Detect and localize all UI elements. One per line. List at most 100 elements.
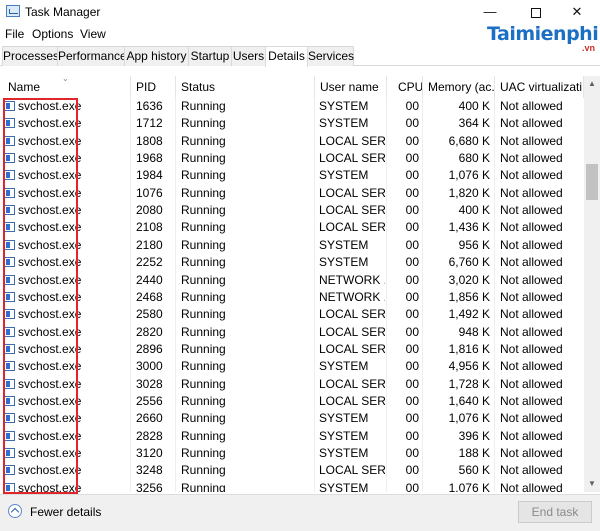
table-row[interactable]: svchost.exe 1076 Running LOCAL SER... 00 1,82…: [0, 185, 584, 202]
process-status: Running: [181, 220, 226, 235]
process-user: SYSTEM: [319, 428, 369, 443]
end-task-button[interactable]: End task: [518, 501, 592, 523]
table-row[interactable]: svchost.exe 2252 Running SYSTEM 00 6,760 K Not…: [0, 254, 584, 271]
service-host-icon: [4, 343, 15, 354]
vertical-scrollbar[interactable]: ▲ ▼: [584, 76, 600, 492]
tab-details[interactable]: Details: [265, 46, 308, 67]
table-row[interactable]: svchost.exe 3120 Running SYSTEM 00 188 K Not a…: [0, 445, 584, 462]
process-pid: 1808: [136, 133, 163, 148]
column-header-uac[interactable]: UAC virtualizati...: [495, 76, 584, 98]
menu-view[interactable]: View: [80, 27, 106, 41]
process-uac: Not allowed: [500, 463, 563, 478]
process-cpu: 00: [405, 393, 419, 408]
process-user: LOCAL SER...: [319, 203, 385, 218]
process-user: LOCAL SER...: [319, 463, 385, 478]
service-host-icon: [4, 482, 15, 492]
process-name-label: svchost.exe: [18, 99, 82, 113]
process-pid: 2080: [136, 203, 163, 218]
tab-app-history[interactable]: App history: [124, 46, 189, 66]
process-memory: 1,640 K: [448, 393, 490, 408]
table-row[interactable]: svchost.exe 2828 Running SYSTEM 00 396 K Not a…: [0, 428, 584, 445]
table-row[interactable]: svchost.exe 3248 Running LOCAL SER... 00 560 …: [0, 462, 584, 479]
column-header-pid[interactable]: PID: [131, 76, 176, 98]
process-cpu: 00: [405, 151, 419, 166]
menu-file[interactable]: File: [5, 27, 24, 41]
process-status: Running: [181, 446, 226, 460]
process-name: svchost.exe: [4, 306, 129, 323]
scroll-up-arrow-icon[interactable]: ▲: [584, 76, 600, 92]
minimize-button[interactable]: —: [467, 0, 513, 24]
process-user: SYSTEM: [319, 446, 369, 460]
table-row[interactable]: svchost.exe 2108 Running LOCAL SER... 00 1,43…: [0, 219, 584, 236]
table-row[interactable]: svchost.exe 2440 Running NETWORK ... 00 3,020…: [0, 272, 584, 289]
process-cpu: 00: [405, 428, 419, 443]
tab-processes[interactable]: Processes: [2, 46, 59, 66]
process-name-label: svchost.exe: [18, 289, 82, 304]
process-name-label: svchost.exe: [18, 341, 82, 356]
process-name: svchost.exe: [4, 150, 129, 167]
tab-users[interactable]: Users: [231, 46, 266, 66]
process-pid: 3120: [136, 446, 163, 460]
table-row[interactable]: svchost.exe 1712 Running SYSTEM 00 364 K Not a…: [0, 115, 584, 132]
process-status: Running: [181, 463, 226, 478]
table-row[interactable]: svchost.exe 3028 Running LOCAL SER... 00 1,72…: [0, 376, 584, 393]
table-row[interactable]: svchost.exe 2580 Running LOCAL SER... 00 1,49…: [0, 306, 584, 323]
chevron-up-icon[interactable]: [8, 504, 22, 518]
table-row[interactable]: svchost.exe 2660 Running SYSTEM 00 1,076 K Not…: [0, 410, 584, 427]
process-status: Running: [181, 151, 226, 166]
tab-performance[interactable]: Performance: [57, 46, 127, 66]
service-host-icon: [4, 205, 15, 216]
tab-startup[interactable]: Startup: [188, 46, 232, 66]
process-status: Running: [181, 289, 226, 304]
process-status: Running: [181, 341, 226, 356]
fewer-details-link[interactable]: Fewer details: [30, 505, 101, 519]
table-row[interactable]: svchost.exe 1984 Running SYSTEM 00 1,076 K Not…: [0, 167, 584, 184]
process-pid: 2468: [136, 289, 163, 304]
process-uac: Not allowed: [500, 203, 563, 218]
table-row[interactable]: svchost.exe 1808 Running LOCAL SER... 00 6,68…: [0, 133, 584, 150]
maximize-button[interactable]: [513, 0, 559, 24]
process-memory: 400 K: [458, 99, 490, 113]
column-header-user[interactable]: User name: [315, 76, 387, 98]
process-user: SYSTEM: [319, 237, 369, 252]
process-name: svchost.exe: [4, 462, 129, 479]
process-name: svchost.exe: [4, 341, 129, 358]
process-status: Running: [181, 203, 226, 218]
table-row[interactable]: svchost.exe 2820 Running LOCAL SER... 00 948 …: [0, 324, 584, 341]
process-pid: 2180: [136, 237, 163, 252]
scrollbar-thumb[interactable]: [586, 164, 598, 200]
process-cpu: 00: [405, 446, 419, 460]
table-row[interactable]: svchost.exe 3256 Running SYSTEM 00 1,076 K Not…: [0, 480, 584, 492]
process-cpu: 00: [405, 463, 419, 478]
process-uac: Not allowed: [500, 480, 563, 492]
menu-options[interactable]: Options: [32, 27, 73, 41]
process-status: Running: [181, 428, 226, 443]
close-button[interactable]: ✕: [554, 0, 600, 24]
process-name: svchost.exe: [4, 167, 129, 184]
table-row[interactable]: svchost.exe 1636 Running SYSTEM 00 400 K Not a…: [0, 98, 584, 115]
column-header-cpu[interactable]: CPU: [387, 76, 423, 98]
service-host-icon: [4, 153, 15, 164]
table-row[interactable]: svchost.exe 2896 Running LOCAL SER... 00 1,81…: [0, 341, 584, 358]
table-row[interactable]: svchost.exe 2468 Running NETWORK ... 00 1,856…: [0, 289, 584, 306]
column-header-status[interactable]: Status: [176, 76, 315, 98]
process-user: LOCAL SER...: [319, 307, 385, 322]
process-name: svchost.exe: [4, 237, 129, 254]
process-pid: 2440: [136, 272, 163, 287]
table-row[interactable]: svchost.exe 3000 Running SYSTEM 00 4,956 K Not…: [0, 358, 584, 375]
process-uac: Not allowed: [500, 133, 563, 148]
process-cpu: 00: [405, 411, 419, 426]
service-host-icon: [4, 257, 15, 268]
table-row[interactable]: svchost.exe 2080 Running LOCAL SER... 00 400 …: [0, 202, 584, 219]
process-memory: 956 K: [458, 237, 490, 252]
process-name-label: svchost.exe: [18, 480, 82, 492]
process-memory: 400 K: [458, 203, 490, 218]
table-row[interactable]: svchost.exe 1968 Running LOCAL SER... 00 680 …: [0, 150, 584, 167]
table-row[interactable]: svchost.exe 2556 Running LOCAL SER... 00 1,64…: [0, 393, 584, 410]
scroll-down-arrow-icon[interactable]: ▼: [584, 476, 600, 492]
table-row[interactable]: svchost.exe 2180 Running SYSTEM 00 956 K Not a…: [0, 237, 584, 254]
column-header-name[interactable]: Name: [3, 76, 131, 98]
process-uac: Not allowed: [500, 151, 563, 166]
column-header-memory[interactable]: Memory (ac...: [423, 76, 495, 98]
tab-services[interactable]: Services: [307, 46, 354, 66]
